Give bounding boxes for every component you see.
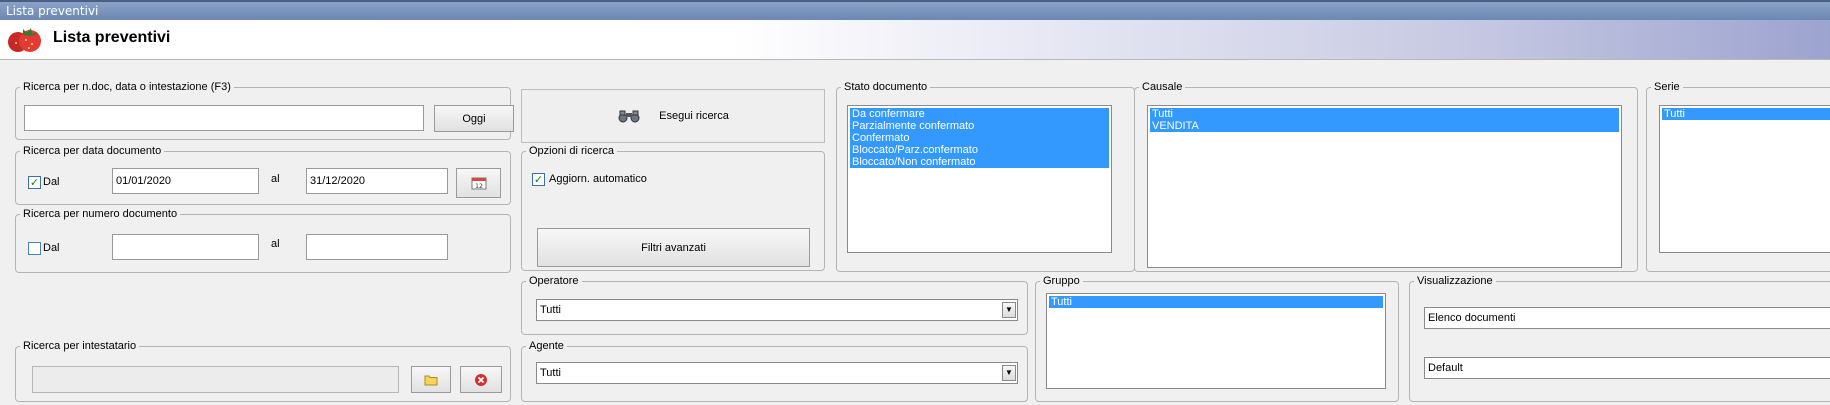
agent-group: Agente Tutti ▼ — [521, 340, 1028, 402]
gruppo-legend: Gruppo — [1043, 275, 1080, 287]
agent-value: Tutti — [540, 367, 561, 379]
serie-group: Serie Tutti — [1646, 81, 1830, 272]
list-item[interactable]: Tutti — [1662, 108, 1830, 120]
chevron-down-icon: ▼ — [1002, 302, 1016, 318]
list-item[interactable]: Tutti — [1150, 108, 1619, 120]
number-from-checkbox[interactable] — [28, 242, 41, 255]
page-header: Lista preventivi — [0, 20, 1830, 60]
search-options-group: Opzioni di ricerca ✓ Aggiorn. automatico… — [521, 145, 825, 271]
search-main-group: Ricerca per n.doc, data o intestazione (… — [15, 81, 514, 140]
holder-input — [32, 366, 399, 393]
gruppo-list[interactable]: Tutti — [1046, 293, 1386, 389]
list-item[interactable]: Bloccato/Parz.confermato — [850, 144, 1109, 156]
today-button-label: Oggi — [462, 112, 486, 125]
calendar-button[interactable]: 12 — [456, 168, 501, 198]
calendar-icon: 12 — [471, 177, 486, 190]
display-group: Visualizzazione Elenco documenti Default — [1409, 275, 1830, 402]
advanced-filters-label: Filtri avanzati — [641, 241, 706, 254]
strawberry-icon — [8, 28, 41, 52]
doc-state-legend: Stato documento — [844, 81, 928, 93]
search-input[interactable] — [24, 105, 424, 131]
gruppo-group: Gruppo Tutti — [1035, 275, 1399, 402]
list-item[interactable]: Tutti — [1049, 296, 1383, 308]
doc-state-group: Stato documento Da confermare Parzialmen… — [836, 81, 1135, 272]
view-select[interactable]: Elenco documenti — [1424, 307, 1830, 329]
search-options-legend: Opzioni di ricerca — [529, 145, 614, 157]
date-from-label: Dal — [43, 176, 60, 188]
serie-legend: Serie — [1654, 81, 1680, 93]
chevron-down-icon: ▼ — [1002, 365, 1016, 381]
operator-group: Operatore Tutti ▼ — [521, 275, 1028, 335]
page-title: Lista preventivi — [53, 29, 171, 46]
window-titlebar: Lista preventivi — [0, 0, 1830, 20]
layout-select[interactable]: Default — [1424, 357, 1830, 379]
date-from-input[interactable] — [112, 168, 259, 194]
advanced-filters-button[interactable]: Filtri avanzati — [537, 228, 810, 267]
list-item[interactable]: Confermato — [850, 132, 1109, 144]
operator-select[interactable]: Tutti ▼ — [536, 299, 1018, 321]
close-icon — [475, 373, 487, 386]
today-button[interactable]: Oggi — [434, 105, 514, 132]
causale-list[interactable]: Tutti VENDITA — [1147, 105, 1622, 268]
search-date-group: Ricerca per data documento ✓ Dal al 12 — [15, 145, 511, 205]
binoculars-icon — [618, 110, 640, 123]
list-item[interactable]: VENDITA — [1150, 120, 1619, 132]
search-number-legend: Ricerca per numero documento — [23, 208, 178, 220]
list-item[interactable]: Da confermare — [850, 108, 1109, 120]
search-main-legend: Ricerca per n.doc, data o intestazione (… — [23, 81, 231, 93]
search-number-group: Ricerca per numero documento Dal al — [15, 208, 511, 273]
view-value: Elenco documenti — [1428, 312, 1516, 324]
display-legend: Visualizzazione — [1417, 275, 1493, 287]
search-holder-legend: Ricerca per intestatario — [23, 340, 137, 352]
operator-legend: Operatore — [529, 275, 579, 287]
agent-legend: Agente — [529, 340, 564, 352]
date-to-label: al — [271, 173, 280, 185]
holder-browse-button[interactable] — [411, 366, 451, 393]
search-holder-group: Ricerca per intestatario — [15, 340, 511, 402]
date-to-input[interactable] — [306, 168, 448, 194]
layout-value: Default — [1428, 362, 1463, 374]
holder-clear-button[interactable] — [460, 366, 502, 393]
number-from-input[interactable] — [112, 234, 259, 260]
number-from-label: Dal — [43, 242, 60, 254]
run-search-label: Esegui ricerca — [659, 110, 729, 122]
auto-update-label: Aggiorn. automatico — [549, 173, 647, 185]
number-to-input[interactable] — [306, 234, 448, 260]
number-to-label: al — [271, 238, 280, 250]
list-item[interactable]: Bloccato/Non confermato — [850, 156, 1109, 168]
list-item[interactable]: Parzialmente confermato — [850, 120, 1109, 132]
causale-group: Causale Tutti VENDITA — [1134, 81, 1638, 272]
serie-list[interactable]: Tutti — [1659, 105, 1830, 253]
auto-update-checkbox[interactable]: ✓ — [532, 173, 545, 186]
operator-value: Tutti — [540, 304, 561, 316]
search-date-legend: Ricerca per data documento — [23, 145, 162, 157]
agent-select[interactable]: Tutti ▼ — [536, 362, 1018, 384]
folder-icon — [424, 375, 438, 385]
window-title: Lista preventivi — [6, 4, 99, 18]
run-search-button[interactable]: Esegui ricerca — [521, 89, 825, 143]
causale-legend: Causale — [1142, 81, 1183, 93]
date-from-checkbox[interactable]: ✓ — [28, 176, 41, 189]
doc-state-list[interactable]: Da confermare Parzialmente confermato Co… — [847, 105, 1112, 253]
svg-text:12: 12 — [475, 183, 483, 190]
